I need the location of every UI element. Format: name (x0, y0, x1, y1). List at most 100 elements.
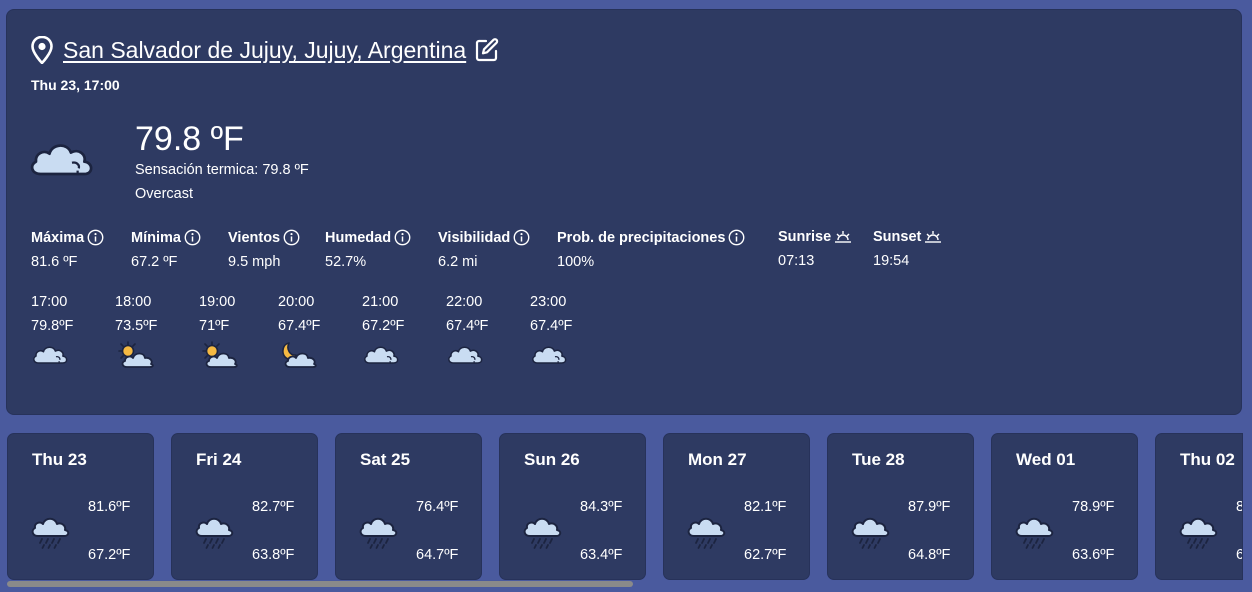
hour-temp: 67.4ºF (530, 318, 573, 334)
daily-card[interactable]: Mon 27 82.1ºF 62.7ºF (663, 433, 810, 580)
current-weather-card: San Salvador de Jujuy, Jujuy, Argentina … (6, 9, 1242, 415)
stat-wind: Vientos 9.5 mph (228, 229, 300, 270)
day-low: 63.8ºF (252, 547, 295, 563)
hour-time: 22:00 (446, 294, 483, 310)
day-low: 64.8ºF (908, 547, 951, 563)
stat-sunrise: Sunrise 07:13 (778, 229, 852, 269)
hour-temp: 71ºF (199, 318, 230, 334)
stat-value: 9.5 mph (228, 254, 281, 270)
cloud-icon (530, 340, 570, 366)
day-name: Fri 24 (196, 450, 242, 469)
stat-visibility: Visibilidad 6.2 mi (438, 229, 530, 270)
stat-label: Sunset (873, 229, 922, 245)
stat-value: 19:54 (873, 253, 910, 269)
hour-temp: 79.8ºF (31, 318, 74, 334)
day-name: Sat 25 (360, 450, 411, 469)
day-high: 81.6ºF (88, 499, 131, 515)
stat-label: Prob. de precipitaciones (557, 229, 726, 246)
daily-card[interactable]: Thu 23 81.6ºF 67.2ºF (7, 433, 154, 580)
hour-temp: 67.4ºF (278, 318, 321, 334)
stat-min: Mínima 67.2 ºF (131, 229, 201, 270)
info-icon[interactable] (283, 229, 300, 246)
day-high: 87.9ºF (908, 499, 951, 515)
hour-time: 17:00 (31, 294, 68, 310)
rain-icon (1178, 514, 1218, 550)
location-link[interactable]: San Salvador de Jujuy, Jujuy, Argentina (63, 37, 466, 64)
day-name: Tue 28 (852, 450, 905, 469)
stat-humidity: Humedad 52.7% (325, 229, 411, 270)
stat-label: Máxima (31, 229, 85, 246)
partly-cloudy-night-icon (278, 340, 318, 370)
rain-icon (194, 514, 234, 550)
hour-temp: 67.2ºF (362, 318, 405, 334)
rain-icon (1014, 514, 1054, 550)
info-icon[interactable] (394, 229, 411, 246)
stat-value: 81.6 ºF (31, 254, 78, 270)
hour-time: 21:00 (362, 294, 399, 310)
stat-value: 52.7% (325, 254, 367, 270)
hour-time: 23:00 (530, 294, 567, 310)
condition-text: Overcast (135, 186, 194, 202)
hourly-item: 21:00 67.2ºF (362, 294, 422, 366)
stat-value: 07:13 (778, 253, 815, 269)
day-name: Sun 26 (524, 450, 580, 469)
day-high: 82.1ºF (744, 499, 787, 515)
feels-like: Sensación termica: 79.8 ºF (135, 162, 309, 178)
day-low: 64.7ºF (416, 547, 459, 563)
cloud-icon (446, 340, 486, 366)
hourly-item: 23:00 67.4ºF (530, 294, 590, 366)
hourly-item: 18:00 73.5ºF (115, 294, 175, 370)
hour-temp: 67.4ºF (446, 318, 489, 334)
partly-sunny-icon (115, 340, 155, 370)
stat-value: 6.2 mi (438, 254, 478, 270)
cloud-icon (31, 340, 71, 366)
stat-value: 67.2 ºF (131, 254, 178, 270)
info-icon[interactable] (87, 229, 104, 246)
hourly-item: 17:00 79.8ºF (31, 294, 91, 366)
hour-temp: 73.5ºF (115, 318, 158, 334)
day-high: 8 (1236, 499, 1242, 515)
info-icon[interactable] (728, 229, 745, 246)
location-pin-icon (31, 36, 53, 64)
rain-icon (850, 514, 890, 550)
cloud-icon (362, 340, 402, 366)
hour-time: 19:00 (199, 294, 236, 310)
stat-max: Máxima 81.6 ºF (31, 229, 104, 270)
stat-sunset: Sunset 19:54 (873, 229, 942, 269)
stat-precipitation: Prob. de precipitaciones 100% (557, 229, 745, 270)
info-icon[interactable] (513, 229, 530, 246)
day-low: 63.6ºF (1072, 547, 1115, 563)
hourly-item: 20:00 67.4ºF (278, 294, 338, 370)
daily-card[interactable]: Wed 01 78.9ºF 63.6ºF (991, 433, 1138, 580)
stat-label: Humedad (325, 229, 392, 246)
stat-label: Visibilidad (438, 229, 511, 246)
daily-card[interactable]: Sun 26 84.3ºF 63.4ºF (499, 433, 646, 580)
location-row: San Salvador de Jujuy, Jujuy, Argentina (31, 36, 499, 64)
cloud-icon (27, 128, 99, 184)
daily-card[interactable]: Tue 28 87.9ºF 64.8ºF (827, 433, 974, 580)
day-low: 6 (1236, 547, 1242, 563)
rain-icon (30, 514, 70, 550)
day-high: 82.7ºF (252, 499, 295, 515)
info-icon[interactable] (184, 229, 201, 246)
current-temperature: 79.8 ºF (135, 120, 244, 158)
edit-icon[interactable] (475, 38, 499, 62)
hour-time: 20:00 (278, 294, 315, 310)
sunrise-icon (834, 230, 852, 244)
partly-sunny-icon (199, 340, 239, 370)
rain-icon (522, 514, 562, 550)
hourly-item: 19:00 71ºF (199, 294, 259, 370)
hour-time: 18:00 (115, 294, 152, 310)
sunset-icon (924, 230, 942, 244)
day-high: 76.4ºF (416, 499, 459, 515)
daily-card[interactable]: Sat 25 76.4ºF 64.7ºF (335, 433, 482, 580)
day-name: Thu 02 (1180, 450, 1235, 469)
stat-label: Sunrise (778, 229, 832, 245)
horizontal-scrollbar[interactable] (7, 581, 633, 587)
daily-card[interactable]: Fri 24 82.7ºF 63.8ºF (171, 433, 318, 580)
daily-card[interactable]: Thu 02 8 6 (1155, 433, 1243, 580)
stat-label: Mínima (131, 229, 181, 246)
day-low: 67.2ºF (88, 547, 131, 563)
stat-value: 100% (557, 254, 595, 270)
day-high: 84.3ºF (580, 499, 623, 515)
